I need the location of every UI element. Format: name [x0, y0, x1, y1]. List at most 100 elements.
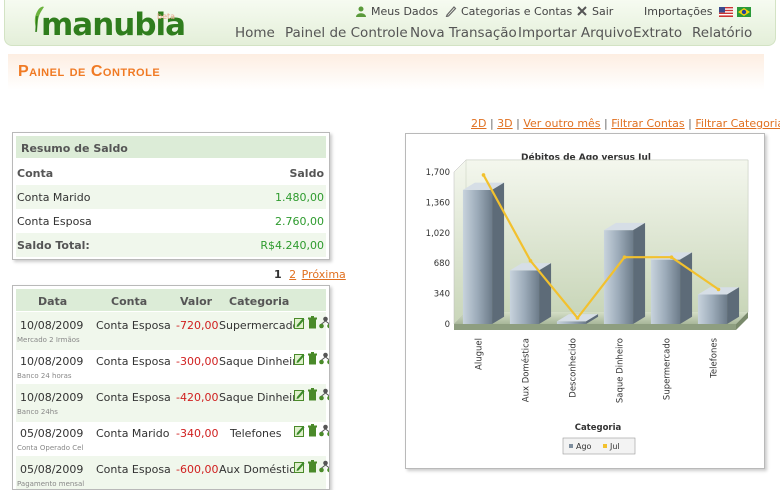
nav-home[interactable]: Home: [235, 25, 275, 41]
saldo-total-label: Saldo Total:: [17, 239, 90, 252]
tx-category: Telefones: [230, 427, 282, 440]
nav-extrato[interactable]: Extrato: [633, 25, 682, 41]
meus-dados-label: Meus Dados: [371, 5, 439, 18]
split-icon[interactable]: [319, 352, 330, 365]
jul-point: [716, 287, 721, 292]
split-icon[interactable]: [319, 460, 330, 473]
saldo-row: Conta Marido 1.480,00: [16, 185, 326, 209]
table-row[interactable]: 10/08/2009 Conta Esposa -420,00 Saque Di…: [16, 384, 329, 422]
edit-icon[interactable]: [294, 460, 305, 473]
table-row[interactable]: 05/08/2009 Conta Marido -340,00 Telefone…: [16, 420, 329, 458]
tx-account: Conta Esposa: [96, 463, 171, 476]
saldo-total-value: R$4.240,00: [260, 239, 324, 252]
beta-label: beta: [157, 12, 176, 21]
us-flag-icon[interactable]: [719, 7, 733, 17]
title-bar: Painel de Controle: [8, 54, 764, 90]
x-axis-label: Categoria: [575, 423, 622, 433]
jul-point: [528, 258, 533, 263]
filtrar-categorias-link[interactable]: Filtrar Categorias: [695, 117, 780, 130]
nav-importar-arquivo[interactable]: Importar Arquivo: [518, 25, 633, 41]
saldo-summary-title: Resumo de Saldo: [16, 136, 326, 158]
nav-nova-transacao[interactable]: Nova Transação: [410, 25, 517, 41]
edit-icon[interactable]: [294, 316, 305, 329]
tx-account: Conta Esposa: [96, 391, 171, 404]
tx-account: Conta Esposa: [96, 319, 171, 332]
legend-ago-label: Ago: [576, 442, 592, 451]
split-icon[interactable]: [319, 424, 330, 437]
manubia-logo[interactable]: manubia beta: [27, 4, 186, 44]
x-tick-label: Supermercado: [663, 338, 673, 400]
saldo-total-row: Saldo Total: R$4.240,00: [16, 233, 326, 257]
y-tick-label: 0: [445, 320, 450, 330]
split-icon[interactable]: [319, 388, 330, 401]
close-icon: [577, 6, 587, 16]
col-conta-header: Conta: [17, 167, 54, 180]
header-bar: manubia beta Meus Dados Categorias e Con…: [4, 0, 776, 46]
nav-relatorio[interactable]: Relatório: [692, 25, 752, 41]
chart-2d-link[interactable]: 2D: [471, 117, 486, 130]
current-page: 1: [274, 268, 282, 281]
y-tick-label: 1,360: [426, 198, 450, 208]
nav-painel-controle[interactable]: Painel de Controle: [285, 25, 408, 41]
saldo-header-row: Conta Saldo: [16, 161, 326, 185]
brazil-flag-icon[interactable]: [737, 7, 751, 17]
pencil-icon: [445, 6, 457, 17]
tx-category: Saque Dinheiro: [219, 355, 304, 368]
edit-icon[interactable]: [294, 388, 305, 401]
col-categoria-header: Categoria: [229, 295, 290, 308]
tx-actions: [294, 316, 330, 330]
tx-actions: [294, 388, 330, 402]
legend-jul-swatch: [603, 444, 607, 448]
trash-icon[interactable]: [307, 316, 318, 329]
chart-panel: Débitos de Ago versus Jul 1,700 1,360 1,020…: [405, 133, 765, 469]
tx-value: -340,00: [176, 427, 219, 440]
user-icon: [356, 6, 366, 17]
chart-options: 2D | 3D | Ver outro mês | Filtrar Contas…: [471, 117, 780, 130]
table-row[interactable]: 05/08/2009 Conta Esposa -600,00 Aux Domé…: [16, 456, 329, 489]
tx-category: Saque Dinheiro: [219, 391, 304, 404]
jul-point: [669, 255, 674, 259]
split-icon[interactable]: [319, 316, 330, 329]
bar-ago: [509, 270, 540, 324]
page-title: Painel de Controle: [18, 63, 161, 80]
table-row[interactable]: 10/08/2009 Conta Esposa -300,00 Saque Di…: [16, 348, 329, 386]
edit-icon[interactable]: [294, 352, 305, 365]
page-2-link[interactable]: 2: [289, 268, 296, 281]
sair-link[interactable]: Sair: [576, 5, 613, 19]
tx-note: Banco 24hs: [17, 408, 58, 416]
trash-icon[interactable]: [307, 424, 318, 437]
tx-account: Conta Esposa: [96, 355, 171, 368]
transactions-panel: Data Conta Valor Categoria 10/08/2009 Co…: [12, 285, 330, 490]
transactions-header: Data Conta Valor Categoria: [16, 289, 326, 311]
tx-value: -300,00: [176, 355, 219, 368]
next-page-link[interactable]: Próxima: [302, 268, 346, 281]
trash-icon[interactable]: [307, 352, 318, 365]
chart-legend: [562, 437, 636, 455]
saldo-row-conta: Conta Marido: [17, 191, 91, 204]
y-tick-label: 1,700: [426, 168, 450, 178]
importacoes-label: Importações: [644, 5, 713, 18]
filtrar-contas-link[interactable]: Filtrar Contas: [611, 117, 684, 130]
col-valor-header: Valor: [180, 295, 213, 308]
table-row[interactable]: 10/08/2009 Conta Esposa -720,00 Supermer…: [16, 312, 329, 350]
trash-icon[interactable]: [307, 388, 318, 401]
sair-label: Sair: [592, 5, 614, 18]
chart-3d-link[interactable]: 3D: [497, 117, 512, 130]
jul-point: [622, 255, 627, 259]
categorias-contas-link[interactable]: Categorias e Contas: [445, 5, 572, 19]
saldo-summary-panel: Resumo de Saldo Conta Saldo Conta Marido…: [12, 132, 330, 260]
tx-date: 10/08/2009: [20, 355, 84, 368]
legend-jul-label: Jul: [609, 442, 620, 451]
bar-ago: [556, 321, 587, 324]
meus-dados-link[interactable]: Meus Dados: [355, 5, 438, 19]
edit-icon[interactable]: [294, 424, 305, 437]
bar-ago-side: [633, 222, 646, 324]
y-tick-label: 1,020: [426, 229, 450, 239]
bar-ago: [697, 294, 728, 324]
tx-account: Conta Marido: [96, 427, 170, 440]
x-tick-label: Telefones: [710, 337, 720, 378]
trash-icon[interactable]: [307, 460, 318, 473]
tx-actions: [294, 424, 330, 438]
importacoes-link[interactable]: Importações: [644, 5, 713, 19]
ver-outro-mes-link[interactable]: Ver outro mês: [523, 117, 600, 130]
